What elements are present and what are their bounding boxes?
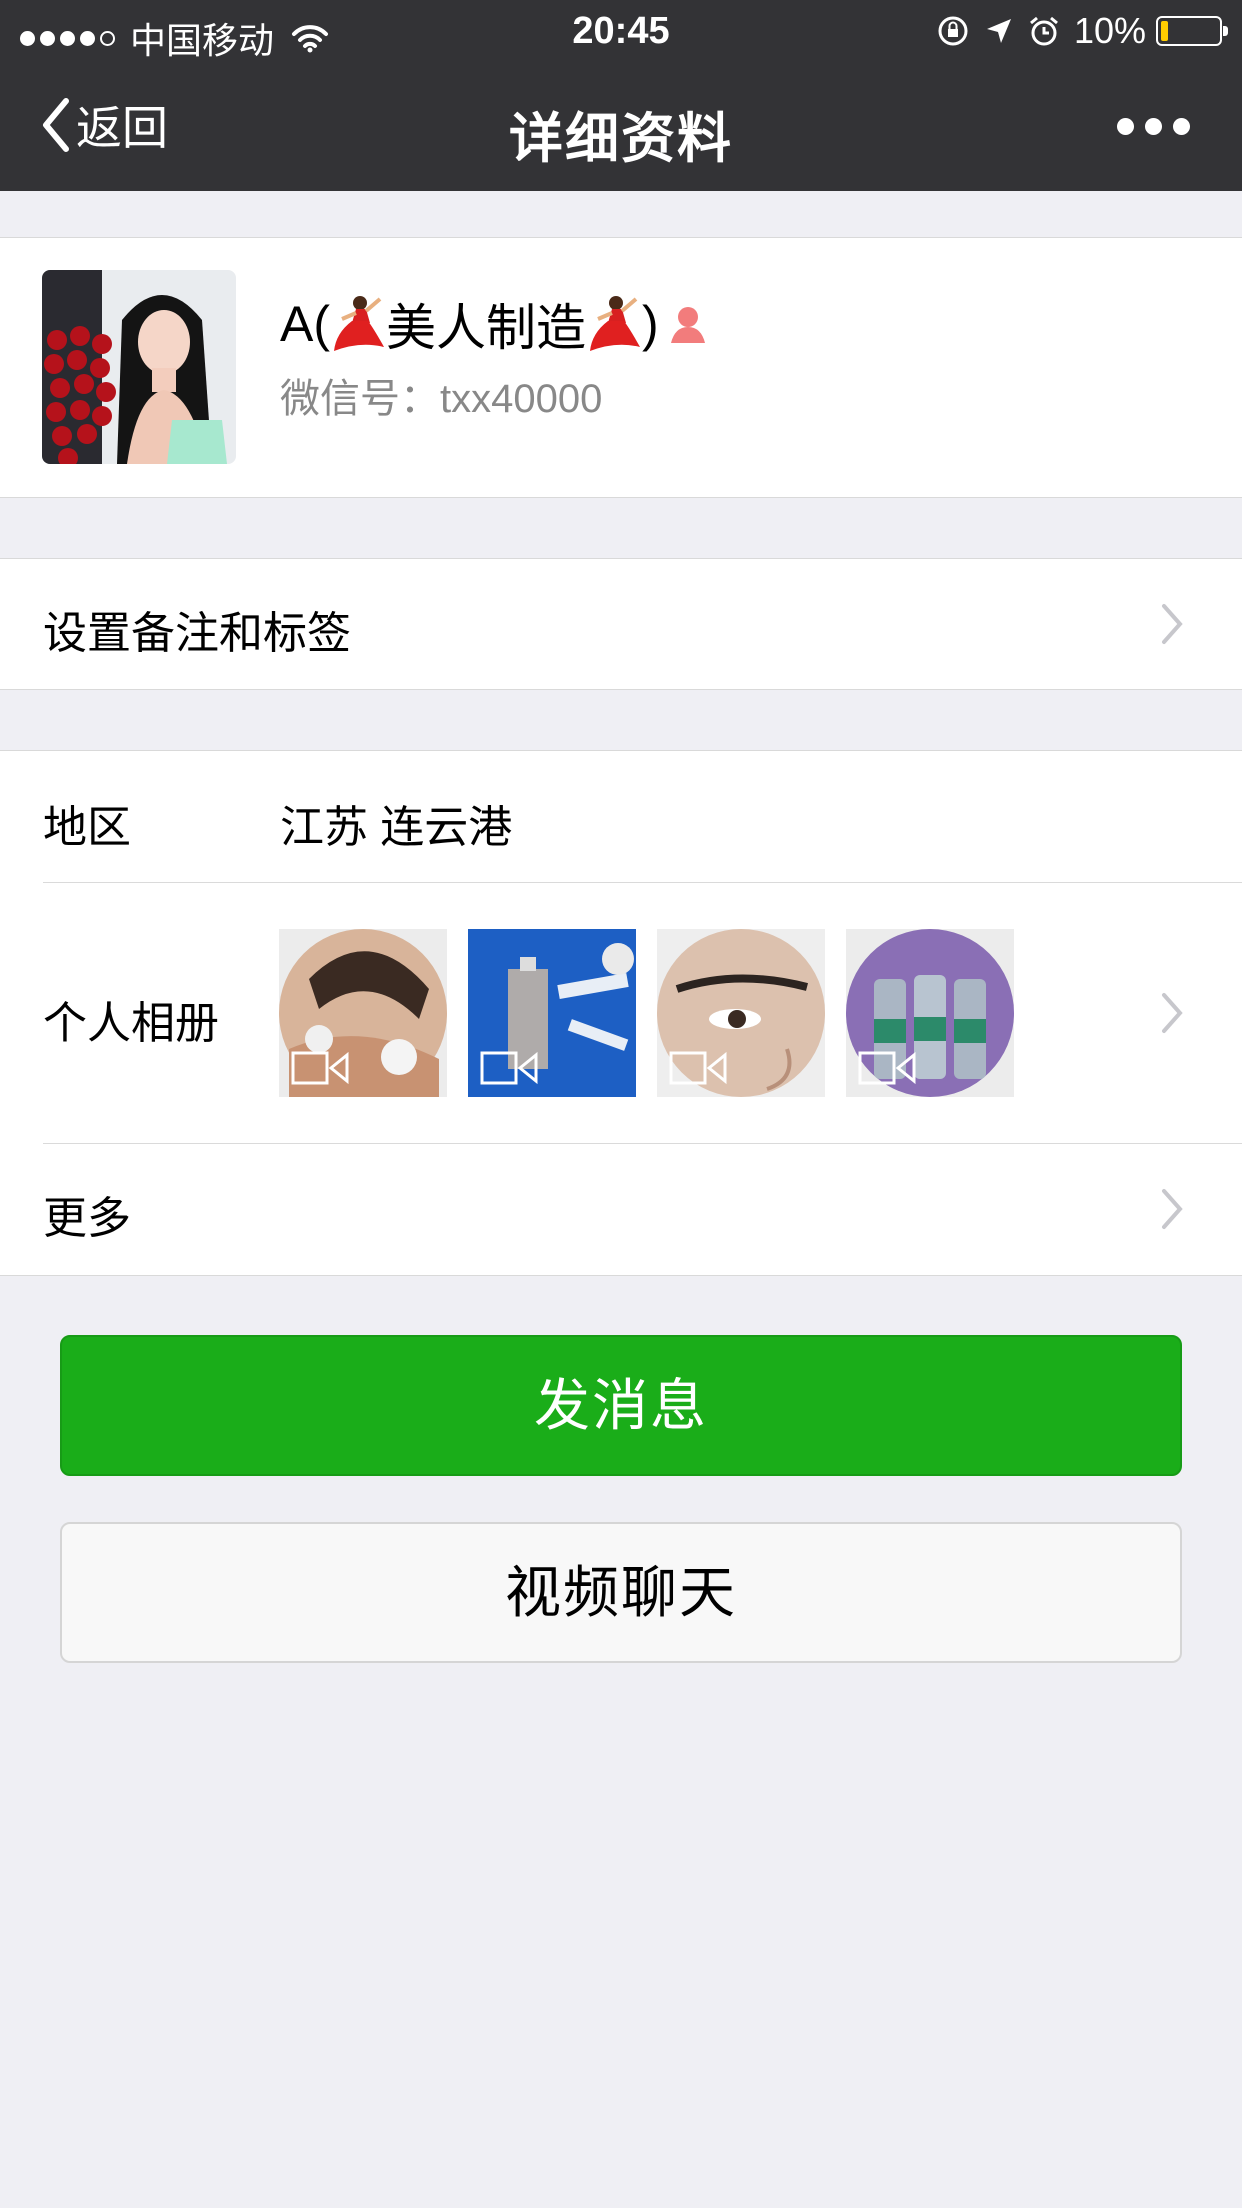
photo-thumb-3[interactable]	[657, 929, 825, 1097]
video-icon	[291, 1051, 349, 1085]
profile-screen: 中国移动 20:45 10% 返回 详细资料 A(美人制造) 微信号：txx…	[0, 0, 1242, 2208]
remark-label: 设置备注和标签	[43, 609, 351, 658]
video-icon	[480, 1051, 538, 1085]
battery-percent: 10%	[1073, 10, 1146, 51]
wechat-id-value: txx40000	[440, 377, 603, 421]
info-group: 地区 江苏 连云港 个人相册 更多	[0, 750, 1242, 1276]
more-cell[interactable]: 更多	[0, 1144, 1242, 1275]
dancer-emoji-icon	[334, 296, 384, 351]
alarm-icon	[1029, 16, 1058, 46]
region-value: 江苏 连云港	[280, 803, 513, 852]
album-cell[interactable]: 个人相册	[0, 883, 1242, 1143]
ellipsis-icon[interactable]	[1106, 118, 1190, 135]
wechat-id-label: 微信号：	[280, 377, 440, 421]
chevron-right-icon	[1162, 604, 1183, 644]
status-right: 10%	[936, 10, 1228, 52]
female-icon	[670, 307, 705, 343]
name-middle: 美人制造	[386, 300, 586, 356]
video-chat-button[interactable]: 视频聊天	[60, 1522, 1182, 1663]
nav-bar: 返回 详细资料	[0, 62, 1242, 191]
send-message-button[interactable]: 发消息	[60, 1335, 1182, 1476]
album-label: 个人相册	[43, 999, 219, 1048]
region-label: 地区	[43, 803, 131, 852]
more-label: 更多	[43, 1194, 131, 1243]
photo-thumb-2[interactable]	[468, 929, 636, 1097]
dancer-emoji-icon	[590, 296, 640, 351]
rotation-lock-icon	[938, 16, 968, 46]
chevron-right-icon	[1162, 993, 1183, 1033]
video-icon	[858, 1051, 916, 1085]
remark-cell[interactable]: 设置备注和标签	[0, 559, 1242, 689]
name-suffix: )	[642, 296, 659, 352]
chevron-right-icon	[1162, 1189, 1183, 1229]
photo-thumb-4[interactable]	[846, 929, 1014, 1097]
region-cell: 地区 江苏 连云港	[0, 751, 1242, 882]
name-prefix: A(	[280, 296, 330, 352]
location-arrow-icon	[986, 19, 1011, 43]
profile-card[interactable]: A( 美人制造 ) 微信号：txx40000	[0, 237, 1242, 498]
avatar[interactable]	[42, 270, 236, 464]
battery-icon	[1156, 16, 1228, 46]
wechat-id-row: 微信号：txx40000	[280, 366, 602, 424]
photo-thumb-1[interactable]	[279, 929, 447, 1097]
page-title: 详细资料	[509, 109, 733, 169]
album-photos	[279, 929, 1035, 1097]
contact-name: A( 美人制造 )	[280, 288, 709, 360]
remark-group: 设置备注和标签	[0, 558, 1242, 690]
top-bar: 中国移动 20:45 10% 返回 详细资料	[0, 0, 1242, 191]
status-bar: 中国移动 20:45 10%	[0, 0, 1242, 62]
video-icon	[669, 1051, 727, 1085]
